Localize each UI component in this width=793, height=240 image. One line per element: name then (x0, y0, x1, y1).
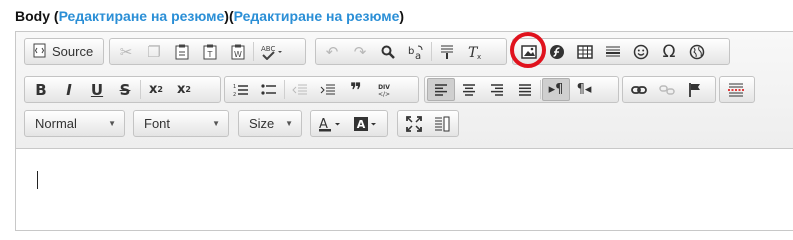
table-icon[interactable] (571, 40, 599, 63)
links-group (622, 76, 716, 103)
subscript-icon[interactable]: x2 (142, 78, 170, 101)
page-break-group (719, 76, 755, 103)
separator (284, 80, 285, 99)
unlink-icon[interactable] (653, 78, 681, 101)
svg-text:b: b (408, 46, 414, 57)
editor-toolbar: Source ✂ ❐ T W ABC ↶ ↷ b a T x Ω B I U S… (16, 32, 793, 149)
image-icon[interactable] (515, 40, 543, 63)
create-div-icon[interactable]: DIV </> (370, 78, 398, 101)
svg-text:1: 1 (233, 84, 236, 90)
svg-text:T: T (207, 50, 213, 59)
format-combo[interactable]: Normal ▼ (24, 110, 125, 137)
special-char-icon[interactable]: Ω (655, 40, 683, 63)
separator (431, 42, 432, 61)
superscript-icon[interactable]: x2 (170, 78, 198, 101)
maximize-icon[interactable] (400, 112, 428, 135)
bold-icon[interactable]: B (27, 78, 55, 101)
anchor-icon[interactable] (681, 78, 709, 101)
source-icon (33, 43, 47, 61)
svg-text:x: x (477, 53, 481, 60)
svg-text:W: W (234, 50, 242, 59)
svg-text:A: A (357, 118, 366, 131)
redo-icon[interactable]: ↷ (346, 40, 374, 63)
colors-group: A A (310, 110, 388, 137)
cut-icon[interactable]: ✂ (112, 40, 140, 63)
edit-link-1[interactable]: Редактиране на резюме (59, 8, 225, 24)
svg-text:DIV: DIV (378, 84, 390, 91)
format-combo-value: Normal (35, 116, 77, 131)
paste-word-icon[interactable]: W (224, 40, 252, 63)
source-group: Source (24, 38, 104, 65)
edit-link-2[interactable]: Редактиране на резюме (234, 8, 400, 24)
basic-styles-group: B I U S x2 x2 (24, 76, 221, 103)
align-left-icon[interactable] (427, 78, 455, 101)
font-combo-value: Font (144, 116, 171, 131)
link-icon[interactable] (625, 78, 653, 101)
font-combo[interactable]: Font ▼ (133, 110, 229, 137)
field-name: Body ( (15, 8, 59, 24)
text-cursor (37, 171, 38, 189)
editing-group: ↶ ↷ ba Tx (315, 38, 507, 65)
text-color-icon[interactable]: A (313, 112, 349, 135)
tools-group (397, 110, 459, 137)
chevron-down-icon: ▼ (212, 119, 220, 128)
separator (253, 42, 254, 61)
align-right-icon[interactable] (483, 78, 511, 101)
svg-text:</>: </> (378, 91, 390, 98)
size-combo[interactable]: Size ▼ (238, 110, 302, 137)
smiley-icon[interactable] (627, 40, 655, 63)
alignment-group: ▸¶ ¶◂ (424, 76, 619, 103)
select-all-icon[interactable] (433, 40, 461, 63)
paragraph-group: 12 ❞ DIV </> (224, 76, 419, 103)
justify-icon[interactable] (511, 78, 539, 101)
size-combo-value: Size (249, 116, 275, 131)
copy-icon[interactable]: ❐ (140, 40, 168, 63)
page-break-icon[interactable] (722, 78, 750, 101)
bulleted-list-icon[interactable] (255, 78, 283, 101)
editor-content-area[interactable] (16, 149, 793, 230)
paste-text-icon[interactable]: T (196, 40, 224, 63)
svg-text:2: 2 (233, 92, 236, 97)
rich-text-editor: Source ✂ ❐ T W ABC ↶ ↷ b a T x Ω B I U S… (15, 31, 793, 231)
text-direction-rtl-icon[interactable]: ¶◂ (570, 78, 598, 101)
chevron-down-icon: ▼ (285, 119, 293, 128)
spellcheck-icon[interactable]: ABC (255, 40, 289, 63)
flash-icon[interactable] (543, 40, 571, 63)
horizontal-line-icon[interactable] (599, 40, 627, 63)
source-button[interactable]: Source (27, 43, 99, 61)
insert-group: Ω (512, 38, 730, 65)
replace-icon[interactable]: ba (402, 40, 430, 63)
numbered-list-icon[interactable]: 12 (227, 78, 255, 101)
align-center-icon[interactable] (455, 78, 483, 101)
text-direction-ltr-icon[interactable]: ▸¶ (542, 78, 570, 101)
chevron-down-icon: ▼ (108, 119, 116, 128)
outdent-icon[interactable] (286, 78, 314, 101)
iframe-icon[interactable] (683, 40, 711, 63)
blockquote-icon[interactable]: ❞ (342, 78, 370, 102)
separator (540, 80, 541, 99)
svg-text:a: a (415, 51, 421, 60)
background-color-icon[interactable]: A (349, 112, 385, 135)
label-separator: )( (224, 8, 234, 24)
undo-icon[interactable]: ↶ (318, 40, 346, 63)
indent-icon[interactable] (314, 78, 342, 101)
underline-icon[interactable]: U (83, 78, 111, 101)
clipboard-group: ✂ ❐ T W ABC (109, 38, 306, 65)
field-label: Body (Редактиране на резюме)(Редактиране… (15, 8, 404, 24)
source-label: Source (52, 44, 94, 59)
separator (140, 80, 141, 99)
paste-icon[interactable] (168, 40, 196, 63)
show-blocks-icon[interactable] (428, 112, 456, 135)
label-close-paren: ) (399, 8, 405, 24)
remove-format-icon[interactable]: Tx (461, 40, 489, 63)
strikethrough-icon[interactable]: S (111, 78, 139, 101)
italic-icon[interactable]: I (55, 78, 83, 101)
find-icon[interactable] (374, 40, 402, 63)
